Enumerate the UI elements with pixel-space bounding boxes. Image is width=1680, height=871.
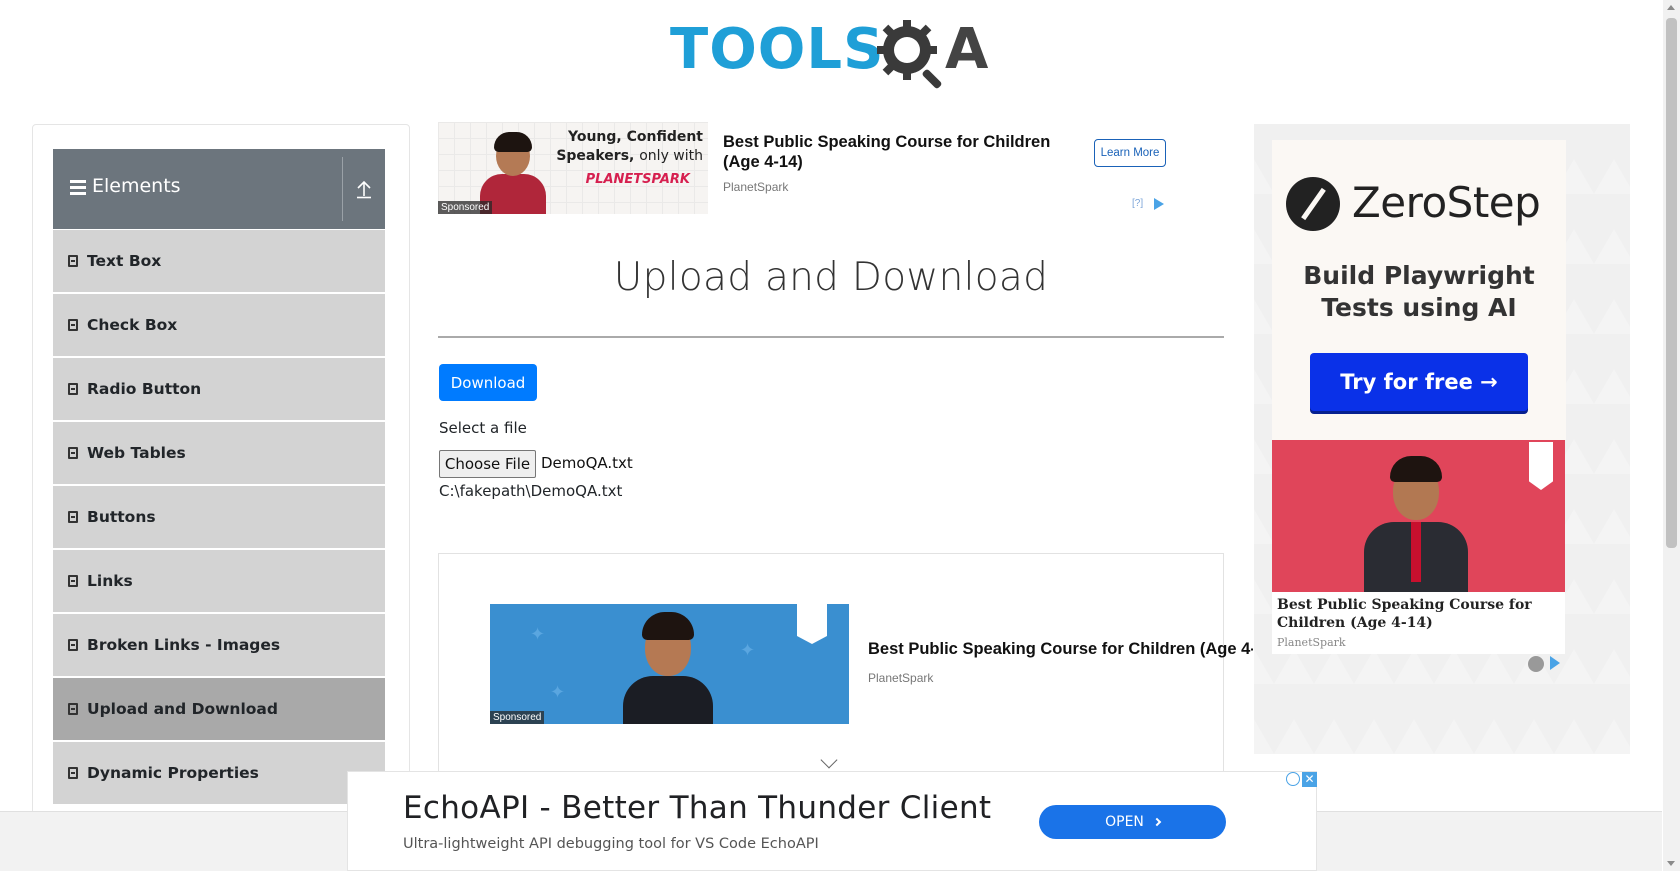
gear-magnifier-icon	[877, 20, 942, 89]
top-ad[interactable]: Young, Confident Speakers, only with PLA…	[438, 122, 1168, 214]
sidebar-item-label: Radio Button	[87, 380, 202, 398]
sidebar-item-label: Web Tables	[87, 444, 186, 462]
adchoices-icon[interactable]	[1154, 198, 1164, 210]
group-title: Elements	[92, 175, 181, 197]
uploaded-file-path: C:\fakepath\DemoQA.txt	[439, 482, 623, 500]
sidebar-item-label: Dynamic Properties	[87, 764, 259, 782]
open-button[interactable]: OPEN	[1039, 805, 1226, 839]
sidebar-item-label: Buttons	[87, 508, 156, 526]
download-button[interactable]: Download	[439, 364, 537, 401]
sidebar-item-label: Text Box	[87, 252, 162, 270]
sponsored-label: Sponsored	[438, 201, 493, 214]
planetspark-badge-icon	[1529, 442, 1553, 490]
ad-info-icon[interactable]	[1528, 656, 1544, 672]
ad-headline[interactable]: Best Public Speaking Course for Children…	[723, 132, 1053, 172]
sidebar-item-label: Upload and Download	[87, 700, 278, 718]
document-icon	[68, 703, 78, 715]
star-icon: ✦	[530, 624, 546, 645]
document-icon	[68, 319, 78, 331]
sidebar-item-label: Check Box	[87, 316, 178, 334]
choose-file-button[interactable]: Choose File	[439, 450, 536, 478]
right-ad-source: PlanetSpark	[1277, 636, 1346, 649]
sidebar-item-buttons[interactable]: Buttons	[53, 486, 385, 548]
sidebar-item-broken-links-images[interactable]: Broken Links - Images	[53, 614, 385, 676]
scroll-down-arrow-icon[interactable]	[1667, 861, 1675, 866]
sidebar-item-links[interactable]: Links	[53, 550, 385, 612]
child-photo	[1356, 456, 1476, 592]
document-icon	[68, 447, 78, 459]
right-ad-headline: Best Public Speaking Course for Children…	[1277, 597, 1532, 631]
sidebar-item-web-tables[interactable]: Web Tables	[53, 422, 385, 484]
ad-info-link[interactable]: [?]	[1132, 198, 1143, 209]
sidebar-item-label: Links	[87, 572, 133, 590]
sidebar-item-upload-and-download[interactable]: Upload and Download	[53, 678, 385, 740]
star-icon: ✦	[550, 682, 566, 703]
zerostep-brand: ZeroStep	[1352, 178, 1541, 227]
mid-ad-source: PlanetSpark	[868, 671, 934, 685]
logo-text-a: A	[945, 17, 989, 82]
planetspark-badge-icon	[797, 604, 827, 644]
info-icon[interactable]	[1286, 772, 1300, 786]
logo-text: TOOLS	[670, 17, 885, 82]
ad-source: PlanetSpark	[723, 180, 789, 194]
document-icon	[68, 639, 78, 651]
learn-more-button[interactable]: Learn More	[1094, 139, 1166, 167]
title-divider	[438, 336, 1224, 338]
sidebar-item-label: Broken Links - Images	[87, 636, 281, 654]
sidebar-item-text-box[interactable]: Text Box	[53, 230, 385, 292]
select-file-label: Select a file	[439, 419, 527, 437]
collapse-arrow-icon[interactable]	[355, 177, 373, 199]
header-divider	[342, 157, 343, 221]
mid-ad-image[interactable]: ✦ ✦ ✦ Sponsored	[490, 604, 849, 724]
ad-image[interactable]: Young, Confident Speakers, only with PLA…	[438, 122, 708, 214]
elements-group-header[interactable]: Elements	[53, 149, 385, 229]
toolsqa-logo[interactable]: TOOLS A	[670, 14, 1000, 94]
menu-icon	[70, 180, 86, 195]
bottom-banner-ad[interactable]: EchoAPI - Better Than Thunder Client Ult…	[347, 771, 1317, 871]
sidebar-item-radio-button[interactable]: Radio Button	[53, 358, 385, 420]
mid-ad-headline[interactable]: Best Public Speaking Course for Children…	[868, 640, 1253, 659]
scroll-up-arrow-icon[interactable]	[1667, 5, 1675, 10]
zerostep-ad[interactable]: ZeroStep Build Playwright Tests using AI…	[1272, 140, 1566, 440]
banner-subtext: Ultra-lightweight API debugging tool for…	[403, 836, 819, 852]
document-icon	[68, 383, 78, 395]
right-ad-caption[interactable]: Best Public Speaking Course for Children…	[1272, 592, 1565, 654]
page-scrollbar[interactable]	[1663, 0, 1680, 871]
ad-image-brand: PLANETSPARK	[585, 172, 690, 187]
document-icon	[68, 767, 78, 779]
zerostep-tagline: Build Playwright Tests using AI	[1303, 261, 1535, 322]
selected-file-name: DemoQA.txt	[541, 454, 633, 472]
star-icon: ✦	[740, 640, 756, 661]
document-icon	[68, 575, 78, 587]
try-for-free-button[interactable]: Try for free →	[1310, 353, 1528, 411]
sidebar-menu: Text Box Check Box Radio Button Web Tabl…	[53, 230, 385, 806]
ad-image-tagline: Young, Confident Speakers, only with	[556, 129, 703, 164]
sponsored-label: Sponsored	[490, 711, 545, 724]
page-title: Upload and Download	[613, 255, 1049, 300]
sidebar-item-dynamic-properties[interactable]: Dynamic Properties	[53, 742, 385, 804]
scrollbar-thumb[interactable]	[1666, 18, 1677, 548]
zerostep-logo-icon	[1286, 177, 1340, 231]
document-icon	[68, 511, 78, 523]
adchoices-icon[interactable]	[1550, 656, 1560, 670]
chevron-right-icon	[1152, 817, 1162, 827]
document-icon	[68, 255, 78, 267]
sidebar-item-check-box[interactable]: Check Box	[53, 294, 385, 356]
child-photo	[618, 612, 718, 724]
right-ad-image[interactable]	[1272, 440, 1565, 592]
banner-headline[interactable]: EchoAPI - Better Than Thunder Client	[403, 790, 991, 826]
close-icon[interactable]: ✕	[1302, 772, 1317, 787]
